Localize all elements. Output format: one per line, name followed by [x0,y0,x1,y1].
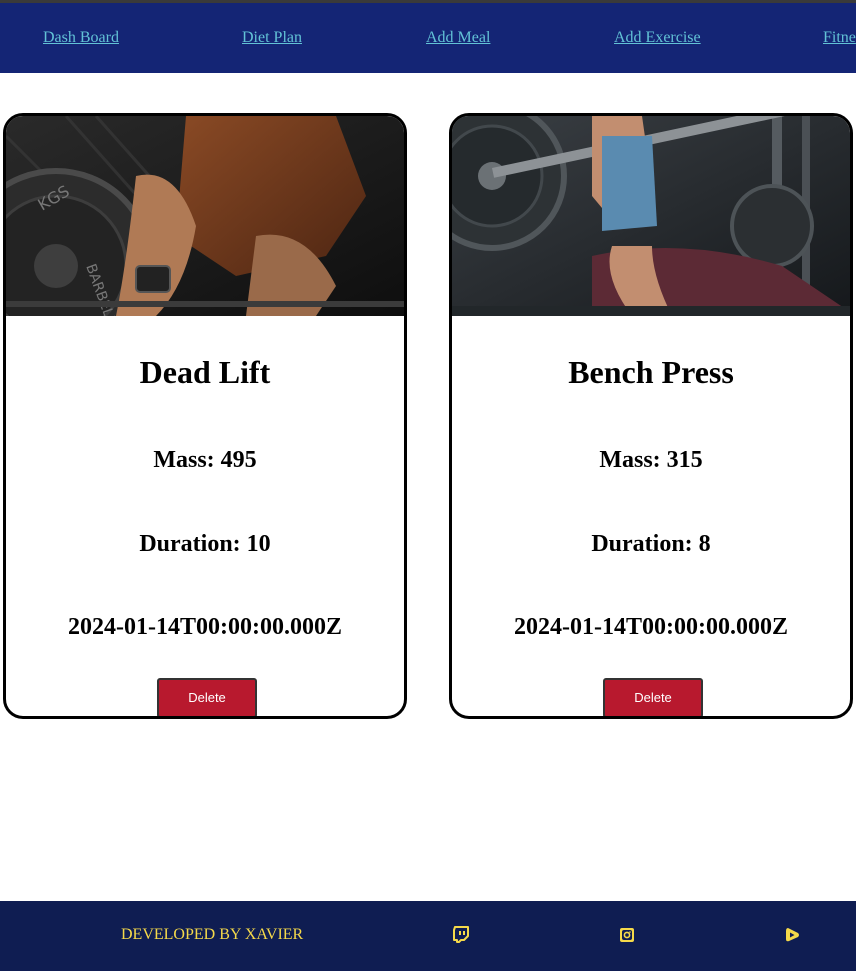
delete-button[interactable]: Delete [603,678,703,716]
twitch-icon[interactable] [452,926,470,944]
page-footer: DEVELOPED BY XAVIER [0,901,856,971]
exercise-title: Bench Press [568,354,734,390]
exercise-date: 2024-01-14T00:00:00.000Z [514,614,788,640]
rumble-icon[interactable] [783,926,801,944]
bench-press-image [452,116,850,316]
delete-button[interactable]: Delete [157,678,257,716]
exercise-date: 2024-01-14T00:00:00.000Z [68,614,342,640]
deadlift-image: KGS BARBELL [6,116,404,316]
nav-link-diet-plan[interactable]: Diet Plan [242,29,302,47]
nav-link-fitness[interactable]: Fitne [823,29,856,47]
exercise-mass: Mass: 315 [599,447,703,473]
exercise-card: KGS BARBELL Dead Lift Mass: 495 Duration… [3,113,407,719]
nav-link-add-meal[interactable]: Add Meal [426,29,490,47]
nav-link-dashboard[interactable]: Dash Board [43,29,119,47]
exercise-duration: Duration: 8 [591,531,711,557]
exercise-mass: Mass: 495 [153,447,257,473]
top-navbar: Dash Board Diet Plan Add Meal Add Exerci… [0,3,856,73]
nav-link-add-exercise[interactable]: Add Exercise [614,29,701,47]
developer-credit: DEVELOPED BY XAVIER [121,926,304,943]
exercise-title: Dead Lift [139,354,271,390]
exercise-duration: Duration: 10 [139,531,271,557]
instagram-icon[interactable] [618,926,636,944]
exercise-card: Bench Press Mass: 315 Duration: 8 2024-0… [449,113,853,719]
